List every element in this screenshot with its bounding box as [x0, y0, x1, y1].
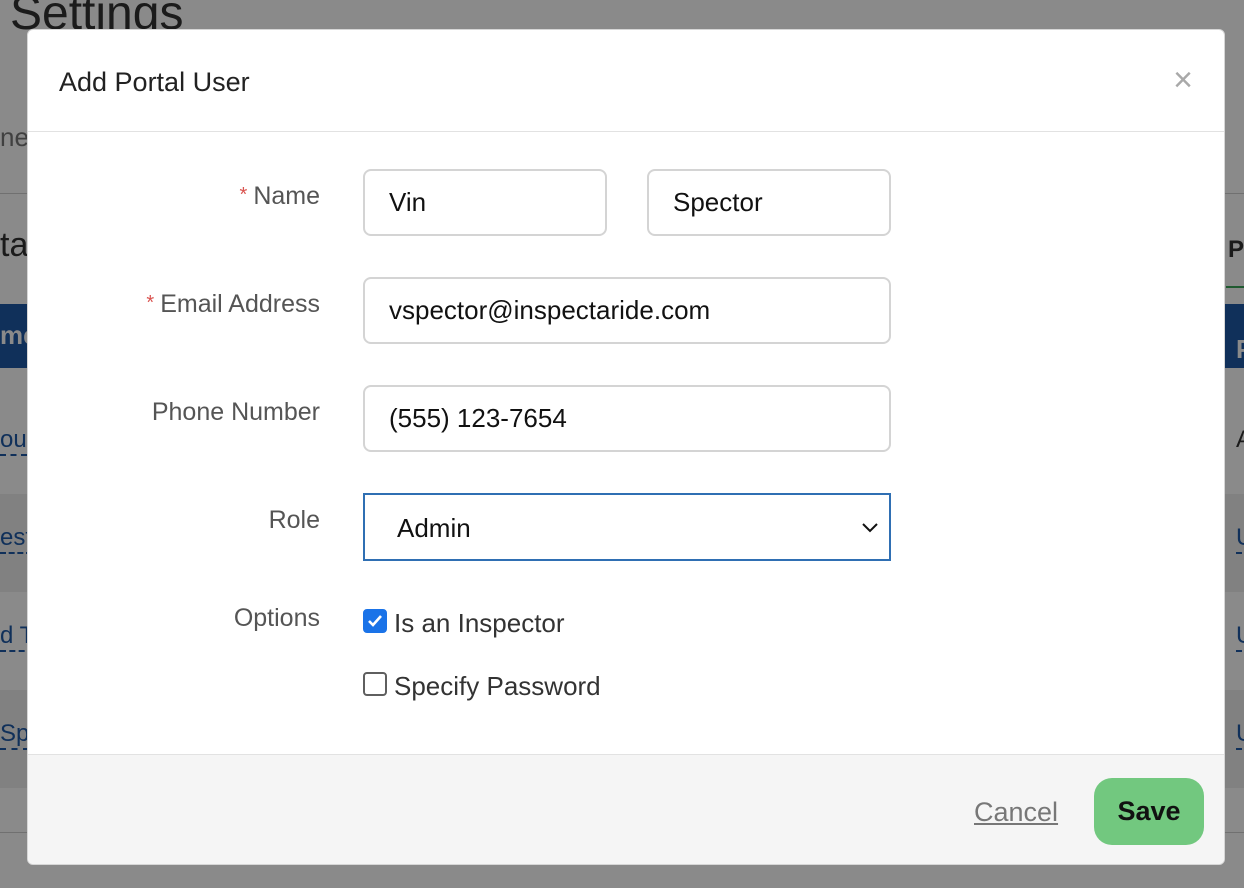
close-icon[interactable]: × — [1168, 62, 1198, 98]
inspector-checkbox-label[interactable]: Is an Inspector — [394, 608, 565, 639]
role-select-value: Admin — [397, 513, 471, 543]
specify-password-checkbox[interactable] — [363, 672, 387, 696]
phone-number-input[interactable] — [363, 385, 891, 452]
modal-footer: Cancel Save — [28, 754, 1224, 864]
last-name-input[interactable] — [647, 169, 891, 236]
specify-password-label[interactable]: Specify Password — [394, 671, 601, 702]
phone-label: Phone Number — [151, 398, 320, 426]
role-select[interactable]: Admin — [363, 493, 891, 561]
email-field[interactable] — [363, 277, 891, 344]
add-portal-user-dialog: Add Portal User × *Name *Email Address P… — [27, 29, 1225, 865]
required-marker: * — [146, 292, 155, 314]
checkmark-icon — [368, 615, 382, 627]
email-label: * Email Address — [146, 290, 320, 318]
modal-header: Add Portal User × — [28, 30, 1224, 132]
cancel-button[interactable]: Cancel — [974, 797, 1058, 828]
role-label: Role — [268, 506, 320, 534]
modal-title: Add Portal User — [59, 67, 250, 97]
options-label: Options — [233, 604, 320, 632]
inspector-checkbox[interactable] — [363, 609, 387, 633]
chevron-down-icon — [862, 523, 878, 533]
name-label: * Name — [239, 182, 320, 210]
first-name-input[interactable] — [363, 169, 607, 236]
required-marker: * — [239, 184, 248, 206]
save-button[interactable]: Save — [1094, 778, 1204, 845]
